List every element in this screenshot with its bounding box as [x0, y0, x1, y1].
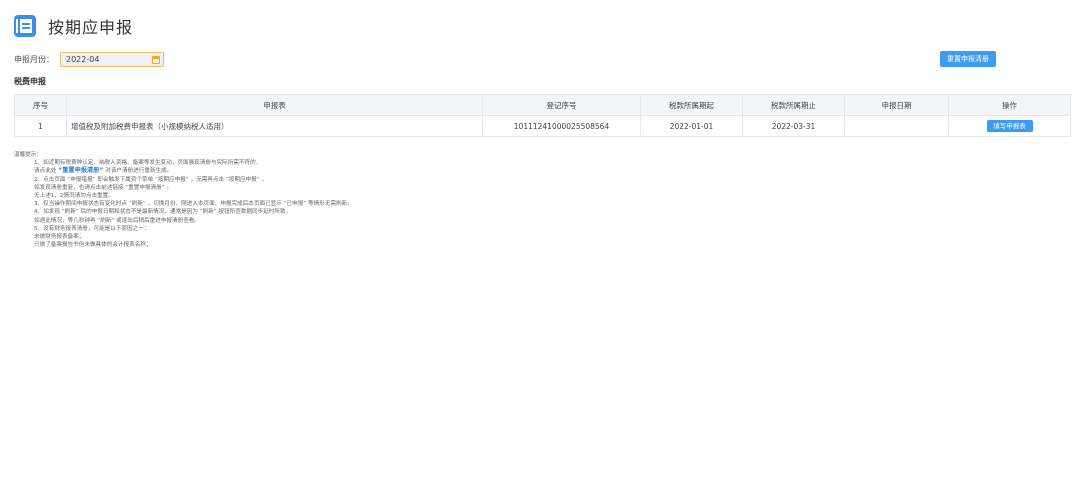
calendar-icon[interactable]	[152, 55, 160, 64]
tip-line: 如发现清册重复，也请点击前述链接 “重置申报清册” 。	[34, 184, 173, 191]
tip-line: 请点此处 “重置申报清册” 对该户清册进行重新生成。	[14, 167, 353, 175]
header-declare-date: 申报日期	[844, 94, 949, 116]
tip-line: 未做财务报表备案；	[34, 234, 85, 241]
cell-action: 填写申报表	[948, 115, 1071, 137]
header-reg-no: 登记序号	[482, 94, 641, 116]
header-index: 序号	[14, 94, 67, 116]
header-period-start: 税款所属期起	[640, 94, 743, 116]
tip-line: 5、没有财务报表清册，可能是以下原因之一：	[34, 225, 150, 232]
declaration-table: 序号 申报表 登记序号 税款所属期起 税款所属期止 申报日期 操作 1 增值税及…	[14, 94, 1071, 137]
reset-list-link[interactable]: “重置申报清册”	[58, 167, 103, 174]
header-period-end: 税款所属期止	[742, 94, 845, 116]
header-action: 操作	[948, 94, 1071, 116]
month-input[interactable]: 2022-04	[60, 52, 164, 67]
cell-index: 1	[14, 115, 67, 137]
cell-form: 增值税及附加税费申报表（小规模纳税人适用）	[66, 115, 483, 137]
tip-line: 3、仅当操作期间申报状态有变化时点 “刷新” ，切换月份、刚进入本页面、申报完成…	[34, 201, 353, 208]
tip-line: 2、点击页面 “申报错报” 即会触发下属资个菜单 “按期应申报” ，无需再点击 …	[34, 176, 267, 183]
tip-line: 如遇此情况，等几秒钟再 “刷新” 或退出后稍后重进申报清册查看。	[34, 217, 200, 224]
tip-line: 4、如发现 “刷新” 后的申报日期和状态不是最新情况，通常是因为 “刷新” 按钮…	[34, 209, 292, 216]
section-label: 税费申报	[14, 77, 46, 86]
tip-line: 只做了备案报告书但未做具体的会计报表名称；	[34, 242, 152, 249]
month-filter: 申报月份： 2022-04	[14, 52, 164, 67]
cell-period-start: 2022-01-01	[640, 115, 743, 137]
page-title: 按期应申报	[48, 18, 134, 37]
header-form: 申报表	[66, 94, 483, 116]
tip-text: 请点此处	[34, 168, 57, 175]
tips-title: 温馨提示：	[14, 152, 42, 158]
table-row: 1 增值税及附加税费申报表（小规模纳税人适用） 1011124100002550…	[14, 115, 1071, 137]
fill-form-button[interactable]: 填写申报表	[986, 120, 1033, 132]
month-value: 2022-04	[66, 55, 100, 64]
tips-panel: 温馨提示： 1、如近期有税费种认定、纳税人资格、备案等发生变动，页面展现清册与实…	[14, 151, 353, 249]
cell-period-end: 2022-03-31	[742, 115, 845, 137]
reset-list-button[interactable]: 重置申报清册	[940, 51, 996, 67]
tip-text: 对该户清册进行重新生成。	[105, 168, 173, 175]
page-header: 按期应申报	[14, 14, 133, 38]
table-header-row: 序号 申报表 登记序号 税款所属期起 税款所属期止 申报日期 操作	[14, 94, 1071, 116]
notebook-icon	[14, 15, 36, 37]
cell-declare-date	[844, 115, 949, 137]
month-label: 申报月份：	[14, 55, 54, 64]
cell-reg-no: 10111241000025508564	[482, 115, 641, 137]
tip-line: 无上述1、2情况请勿点击重置。	[34, 193, 114, 200]
